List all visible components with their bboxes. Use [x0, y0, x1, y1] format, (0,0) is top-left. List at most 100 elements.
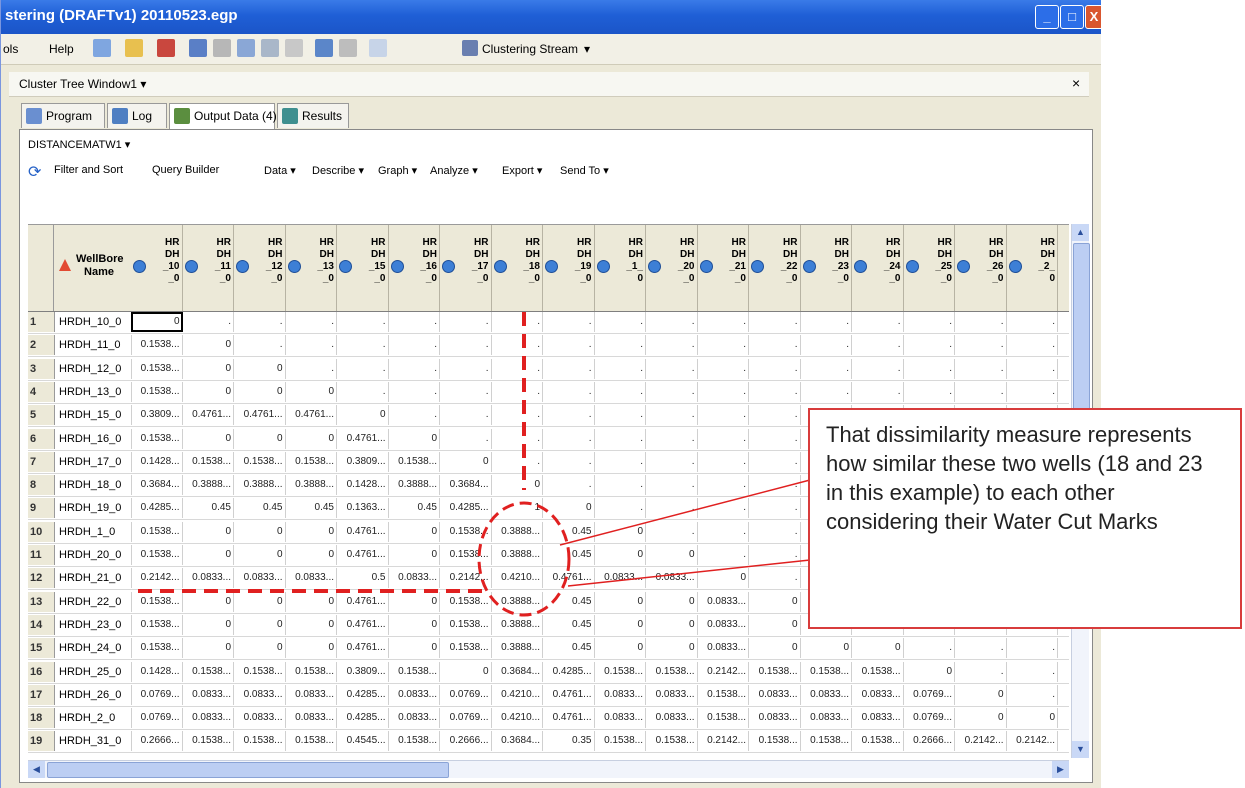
- table-cell[interactable]: 0.45: [543, 614, 595, 635]
- table-cell[interactable]: .: [389, 312, 440, 332]
- table-cell[interactable]: .: [801, 358, 852, 379]
- table-cell[interactable]: .: [646, 405, 698, 426]
- table-cell[interactable]: 0.4761...: [337, 521, 389, 542]
- table-cell[interactable]: .: [646, 475, 698, 496]
- table-cell[interactable]: .: [492, 312, 543, 332]
- table-cell[interactable]: 0.1538...: [440, 545, 492, 565]
- table-cell[interactable]: 0.2666...: [440, 731, 492, 752]
- table-cell[interactable]: .: [749, 358, 801, 379]
- table-cell[interactable]: 0.45: [389, 498, 440, 519]
- table-cell[interactable]: 0.1538...: [389, 731, 440, 752]
- table-cell[interactable]: 0: [595, 591, 646, 612]
- table-cell[interactable]: 0.0833...: [749, 684, 801, 705]
- column-header[interactable]: HR DH _18 _0: [492, 225, 543, 311]
- table-cell[interactable]: 0.45: [543, 521, 595, 542]
- table-cell[interactable]: .: [801, 381, 852, 402]
- describe-menu[interactable]: Describe ▾: [312, 164, 364, 177]
- table-cell[interactable]: .: [543, 451, 595, 472]
- horizontal-scrollbar[interactable]: ◀ ▶: [28, 760, 1069, 778]
- table-cell[interactable]: 0.4761...: [337, 614, 389, 635]
- table-cell[interactable]: 0.4761...: [337, 428, 389, 449]
- table-cell[interactable]: 0.3888...: [492, 521, 543, 542]
- table-cell[interactable]: 0.1538...: [131, 381, 183, 402]
- table-cell[interactable]: .: [749, 451, 801, 472]
- delete-icon[interactable]: [285, 39, 303, 57]
- table-cell[interactable]: 0.1538...: [440, 614, 492, 635]
- row-number[interactable]: 8: [28, 475, 55, 496]
- table-cell[interactable]: .: [389, 381, 440, 402]
- table-cell[interactable]: .: [440, 381, 492, 402]
- table-cell[interactable]: 0.0833...: [286, 708, 337, 729]
- table-cell[interactable]: 0: [234, 638, 286, 659]
- table-cell[interactable]: .: [646, 451, 698, 472]
- table-cell[interactable]: .: [698, 381, 749, 402]
- table-cell[interactable]: 0: [389, 638, 440, 659]
- table-cell[interactable]: 0.1538...: [183, 451, 234, 472]
- row-number[interactable]: 3: [28, 358, 55, 379]
- table-cell[interactable]: 0.0833...: [801, 684, 852, 705]
- column-header[interactable]: HR DH _24 _0: [852, 225, 904, 311]
- table-cell[interactable]: 0: [286, 614, 337, 635]
- table-cell[interactable]: 0.1538...: [801, 731, 852, 752]
- table-cell[interactable]: 0: [955, 708, 1007, 729]
- wellbore-name-cell[interactable]: HRDH_15_0: [55, 405, 132, 426]
- table-cell[interactable]: 0: [749, 614, 801, 635]
- table-cell[interactable]: .: [904, 358, 955, 379]
- view-icon[interactable]: [369, 39, 387, 57]
- table-cell[interactable]: 0.0833...: [646, 684, 698, 705]
- export-menu[interactable]: Export ▾: [502, 164, 542, 177]
- table-row[interactable]: 17 HRDH_26_0 0.0769... 0.0833... 0.0833... 0.…: [28, 684, 1069, 707]
- table-cell[interactable]: .: [749, 381, 801, 402]
- table-cell[interactable]: 0.4545...: [337, 731, 389, 752]
- row-number[interactable]: 16: [28, 661, 55, 682]
- table-row[interactable]: 16 HRDH_25_0 0.1428... 0.1538... 0.1538... 0.…: [28, 661, 1069, 684]
- data-menu[interactable]: Data ▾: [264, 164, 296, 177]
- table-cell[interactable]: 0.4285...: [337, 684, 389, 705]
- table-cell[interactable]: .: [1007, 312, 1058, 332]
- table-cell[interactable]: 0: [646, 591, 698, 612]
- table-cell[interactable]: .: [1007, 335, 1058, 356]
- column-header[interactable]: HR DH _2_ 0: [1007, 225, 1058, 311]
- table-cell[interactable]: 0: [234, 428, 286, 449]
- table-row[interactable]: 2 HRDH_11_0 0.1538... 0................: [28, 335, 1069, 358]
- table-cell[interactable]: .: [337, 312, 389, 332]
- table-cell[interactable]: .: [955, 661, 1007, 682]
- query-builder-button[interactable]: Query Builder: [152, 164, 219, 176]
- minimize-button[interactable]: _: [1035, 5, 1059, 29]
- table-cell[interactable]: 0.0769...: [131, 684, 183, 705]
- row-number[interactable]: 7: [28, 451, 55, 472]
- wellbore-name-cell[interactable]: HRDH_22_0: [55, 591, 132, 612]
- wellbore-name-cell[interactable]: HRDH_18_0: [55, 475, 132, 496]
- table-cell[interactable]: .: [646, 335, 698, 356]
- table-cell[interactable]: .: [749, 405, 801, 426]
- table-cell[interactable]: .: [543, 335, 595, 356]
- copy-icon[interactable]: [237, 39, 255, 57]
- table-cell[interactable]: 0.3888...: [492, 638, 543, 659]
- table-cell[interactable]: 0.1538...: [595, 731, 646, 752]
- table-cell[interactable]: .: [234, 312, 286, 332]
- table-cell[interactable]: 0.1538...: [595, 661, 646, 682]
- table-cell[interactable]: 0.2142...: [440, 568, 492, 589]
- table-cell[interactable]: 0.1538...: [131, 545, 183, 565]
- clustering-stream-dropdown[interactable]: Clustering Stream: [482, 42, 578, 56]
- table-cell[interactable]: 0: [595, 521, 646, 542]
- table-cell[interactable]: .: [749, 475, 801, 496]
- import-icon[interactable]: [157, 39, 175, 57]
- table-cell[interactable]: .: [698, 498, 749, 519]
- table-cell[interactable]: 0: [543, 498, 595, 519]
- table-cell[interactable]: 0.4285...: [543, 661, 595, 682]
- row-number[interactable]: 18: [28, 708, 55, 729]
- table-cell[interactable]: 0.0769...: [904, 708, 955, 729]
- table-cell[interactable]: 0: [286, 545, 337, 565]
- table-cell[interactable]: 0.35: [543, 731, 595, 752]
- row-number[interactable]: 9: [28, 498, 55, 519]
- table-cell[interactable]: 0: [234, 591, 286, 612]
- wellbore-name-cell[interactable]: HRDH_24_0: [55, 638, 132, 659]
- table-cell[interactable]: 0.2666...: [131, 731, 183, 752]
- table-cell[interactable]: 0.1363...: [337, 498, 389, 519]
- table-cell[interactable]: 0.1538...: [131, 428, 183, 449]
- table-cell[interactable]: .: [286, 358, 337, 379]
- stream-dropdown-arrow[interactable]: ▾: [584, 42, 590, 56]
- table-cell[interactable]: .: [337, 335, 389, 356]
- cut-icon[interactable]: [213, 39, 231, 57]
